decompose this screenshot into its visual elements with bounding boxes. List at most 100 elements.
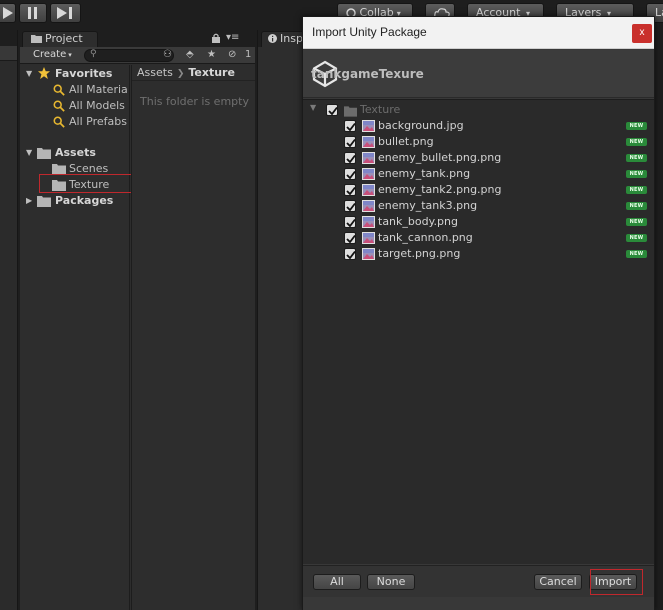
folder-icon [31, 35, 42, 43]
chevron-right-icon: ❯ [176, 69, 185, 79]
new-badge: NEW [626, 122, 647, 130]
file-row[interactable]: enemy_tank.png NEW [303, 166, 654, 182]
file-checkbox[interactable] [344, 232, 356, 244]
file-name: bullet.png [378, 135, 434, 148]
file-row[interactable]: target.png.png NEW [303, 246, 654, 262]
folder-icon [37, 196, 51, 207]
tree-packages[interactable]: ▶ Packages [20, 193, 130, 209]
filter-type-icon[interactable]: ⚇ [163, 49, 172, 60]
file-row[interactable]: tank_body.png NEW [303, 214, 654, 230]
play-button[interactable] [0, 3, 16, 23]
tab-menu-icon[interactable]: ▾≡ [226, 32, 239, 43]
dialog-titlebar[interactable]: Import Unity Package x [303, 17, 654, 49]
file-row[interactable]: bullet.png NEW [303, 134, 654, 150]
project-toolbar: Create ▾ ⚲ ⚇ ⬘ ★ ⊘ 1 [20, 47, 255, 64]
tree-item-all-models[interactable]: All Models [20, 98, 130, 114]
expand-triangle-icon[interactable]: ▼ [310, 103, 316, 112]
check-icon [346, 170, 356, 180]
breadcrumb-texture[interactable]: Texture [188, 66, 235, 79]
folder-icon [37, 148, 51, 159]
file-checkbox[interactable] [344, 200, 356, 212]
favorite-star-icon[interactable]: ★ [207, 49, 216, 60]
new-badge: NEW [626, 154, 647, 162]
check-icon [346, 234, 356, 244]
close-button[interactable]: x [632, 24, 652, 43]
folder-checkbox[interactable] [326, 104, 338, 116]
new-badge: NEW [626, 234, 647, 242]
file-row[interactable]: enemy_tank2.png.png NEW [303, 182, 654, 198]
step-button[interactable] [50, 3, 81, 23]
image-file-icon [362, 168, 375, 180]
file-name: enemy_tank.png [378, 167, 471, 180]
file-name: enemy_bullet.png.png [378, 151, 502, 164]
image-file-icon [362, 232, 375, 244]
import-highlight-box [590, 569, 643, 595]
select-none-button[interactable]: None [367, 574, 415, 590]
project-content-area: Assets ❯ Texture This folder is empty [131, 65, 255, 610]
search-icon [53, 84, 65, 96]
expand-triangle-icon[interactable]: ▼ [26, 145, 32, 161]
pause-icon [28, 7, 37, 19]
tab-project[interactable]: Project [22, 31, 98, 47]
import-unity-package-dialog: Import Unity Package x tankgameTexure ▼ … [302, 16, 655, 610]
file-checkbox[interactable] [344, 120, 356, 132]
tree-item-all-prefabs[interactable]: All Prefabs [20, 114, 130, 130]
file-checkbox[interactable] [344, 168, 356, 180]
file-row[interactable]: background.jpg NEW [303, 118, 654, 134]
check-icon [346, 218, 356, 228]
search-icon [53, 116, 65, 128]
check-icon [346, 186, 356, 196]
project-panel: Project ▾≡ Create ▾ ⚲ ⚇ ⬘ ★ ⊘ 1 ▼ Favorit… [20, 30, 255, 610]
image-file-icon [362, 216, 375, 228]
select-all-button[interactable]: All [313, 574, 361, 590]
project-tabbar: Project ▾≡ [20, 30, 255, 47]
file-checkbox[interactable] [344, 248, 356, 260]
new-badge: NEW [626, 218, 647, 226]
file-name: enemy_tank3.png [378, 199, 478, 212]
file-row[interactable]: enemy_tank3.png NEW [303, 198, 654, 214]
check-icon [346, 250, 356, 260]
search-input[interactable]: ⚲ [84, 49, 174, 62]
check-icon [346, 202, 356, 212]
tree-packages-label: Packages [55, 194, 114, 207]
hierarchy-toolbar [0, 46, 17, 61]
file-name: tank_cannon.png [378, 231, 473, 244]
dialog-title: Import Unity Package [312, 25, 427, 39]
layout-label: La [655, 6, 663, 19]
check-icon [346, 122, 356, 132]
pause-button[interactable] [19, 3, 47, 23]
folder-name: Texture [360, 103, 401, 116]
file-row[interactable]: enemy_bullet.png.png NEW [303, 150, 654, 166]
file-checkbox[interactable] [344, 216, 356, 228]
star-icon [38, 67, 50, 79]
tree-favorites[interactable]: ▼ Favorites [20, 66, 130, 82]
collapse-triangle-icon[interactable]: ▶ [26, 193, 32, 209]
file-name: background.jpg [378, 119, 464, 132]
lock-icon[interactable] [211, 33, 221, 43]
file-checkbox[interactable] [344, 136, 356, 148]
package-contents-list: ▼ Texture background.jpg NEW bullet.png NEW… [303, 99, 654, 564]
file-row[interactable]: tank_cannon.png NEW [303, 230, 654, 246]
hidden-packages-icon[interactable]: ⊘ [228, 49, 236, 60]
folder-row-texture[interactable]: ▼ Texture [303, 102, 654, 118]
new-badge: NEW [626, 202, 647, 210]
tree-assets[interactable]: ▼ Assets [20, 145, 130, 161]
create-button[interactable]: Create ▾ [25, 48, 72, 62]
step-icon [57, 7, 72, 19]
play-icon [3, 7, 13, 19]
new-badge: NEW [626, 186, 647, 194]
file-checkbox[interactable] [344, 184, 356, 196]
create-label: Create [33, 49, 67, 60]
cancel-button[interactable]: Cancel [534, 574, 582, 590]
chevron-down-icon: ▾ [68, 51, 72, 59]
file-checkbox[interactable] [344, 152, 356, 164]
label-tag-icon[interactable]: ⬘ [186, 49, 194, 60]
file-name: enemy_tank2.png.png [378, 183, 502, 196]
expand-triangle-icon[interactable]: ▼ [26, 66, 32, 82]
tree-item-all-materials[interactable]: All Materia [20, 82, 130, 98]
breadcrumb-assets[interactable]: Assets [137, 66, 173, 79]
inspector-tabbar: Insp [258, 30, 321, 47]
new-badge: NEW [626, 170, 647, 178]
check-icon [346, 138, 356, 148]
image-file-icon [362, 248, 375, 260]
